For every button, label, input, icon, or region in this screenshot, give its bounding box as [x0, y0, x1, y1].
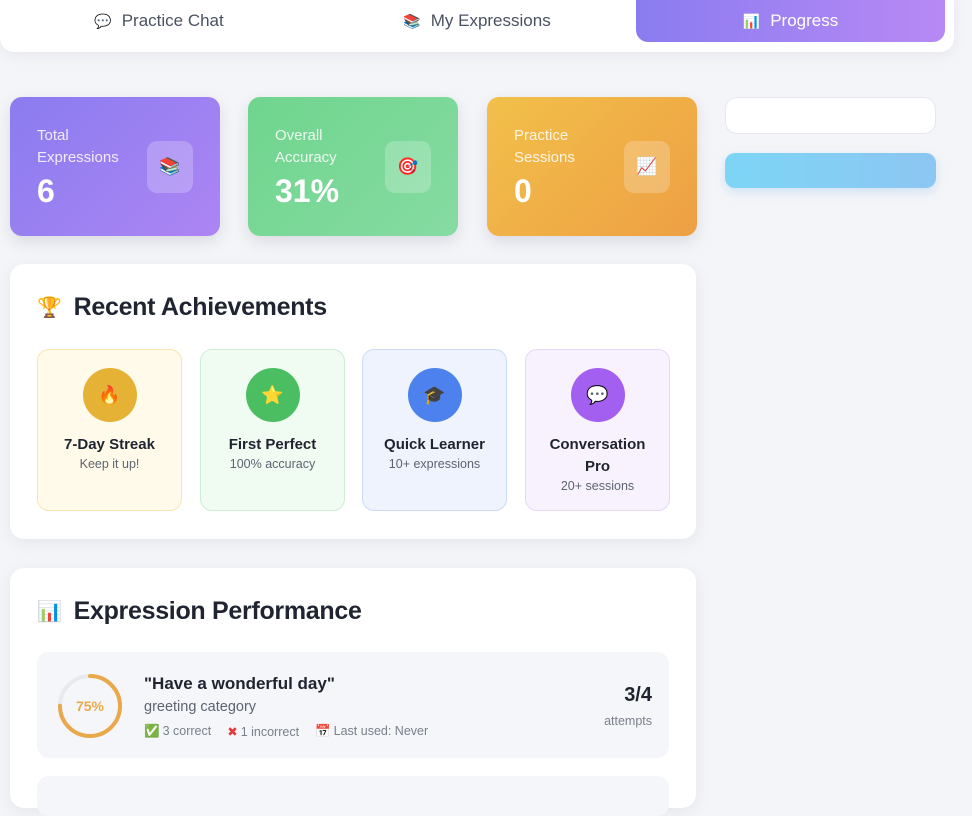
achievement-first-perfect: ⭐ First Perfect 100% accuracy: [200, 349, 345, 511]
cross-icon: ✖: [227, 725, 238, 739]
tab-label: My Expressions: [430, 11, 551, 30]
attempts-label: attempts: [604, 714, 652, 728]
section-title-text: Recent Achievements: [73, 293, 328, 321]
achievement-quick-learner: 🎓 Quick Learner 10+ expressions: [362, 349, 507, 511]
tab-progress[interactable]: 📊 Progress: [636, 0, 945, 42]
side-panel-button[interactable]: [725, 153, 936, 188]
tab-my-expressions[interactable]: 📚 My Expressions: [318, 0, 636, 42]
chat-bubble-icon: 💬: [94, 12, 112, 29]
incorrect-count: ✖ 1 incorrect: [227, 725, 300, 739]
tab-label: Practice Chat: [121, 11, 224, 30]
side-panel-field[interactable]: [725, 97, 936, 134]
section-title: 📊 Expression Performance: [37, 597, 362, 626]
fire-icon: 🔥: [82, 368, 137, 422]
achievement-name: First Perfect: [228, 436, 317, 453]
bar-chart-icon: 📊: [742, 12, 761, 29]
bar-chart-icon: 📊: [37, 601, 62, 623]
section-title-text: Expression Performance: [73, 597, 362, 625]
trophy-icon: 🏆: [37, 297, 62, 319]
tab-practice-chat[interactable]: 💬 Practice Chat: [0, 0, 318, 42]
expression-performance-row[interactable]: [37, 776, 669, 816]
expression-meta: ✅ 3 correct ✖ 1 incorrect 📅 Last used: Neve…: [144, 724, 428, 739]
stat-label: Overall Accuracy: [275, 127, 337, 166]
achievement-conversation-pro: 💬 Conversation Pro 20+ sessions: [525, 349, 670, 511]
achievement-name: 7-Day Streak: [64, 436, 155, 453]
achievement-description: 20+ sessions: [560, 479, 635, 493]
expression-performance-card: 📊 Expression Performance 75% "Have a won…: [10, 568, 696, 816]
speech-bubble-icon: 💬: [570, 368, 625, 422]
attempts-count: 3/4: [624, 684, 652, 706]
expression-category: greeting category: [144, 699, 257, 715]
expression-performance-row[interactable]: 75% "Have a wonderful day" greeting cate…: [37, 652, 669, 758]
tab-label: Progress: [770, 11, 839, 30]
target-icon: 🎯: [385, 141, 431, 193]
calendar-icon: 📅: [315, 724, 331, 738]
correct-count: ✅ 3 correct: [144, 724, 212, 738]
recent-achievements-card: 🏆 Recent Achievements 🔥 7-Day Streak Kee…: [10, 264, 696, 539]
achievement-name: Conversation Pro: [549, 436, 646, 475]
expression-text: "Have a wonderful day": [144, 674, 335, 693]
achievement-7-day-streak: 🔥 7-Day Streak Keep it up!: [37, 349, 182, 511]
last-used: 📅 Last used: Never: [315, 724, 429, 738]
trending-chart-icon: 📈: [624, 141, 670, 193]
accuracy-percent: 75%: [75, 698, 105, 714]
graduation-cap-icon: 🎓: [407, 368, 462, 422]
stat-card-practice-sessions: Practice Sessions 0 📈: [487, 97, 697, 236]
stat-label: Total Expressions: [37, 127, 119, 166]
stat-card-overall-accuracy: Overall Accuracy 31% 🎯: [248, 97, 458, 236]
books-icon: 📚: [147, 141, 193, 193]
achievement-name: Quick Learner: [384, 436, 485, 453]
achievement-description: Keep it up!: [79, 457, 140, 471]
tab-bar: 💬 Practice Chat 📚 My Expressions 📊 Progr…: [0, 0, 954, 52]
section-title: 🏆 Recent Achievements: [37, 293, 327, 322]
achievement-description: 10+ expressions: [388, 457, 481, 471]
achievement-description: 100% accuracy: [229, 457, 316, 471]
checkmark-icon: ✅: [144, 724, 160, 738]
stat-card-total-expressions: Total Expressions 6 📚: [10, 97, 220, 236]
star-icon: ⭐: [245, 368, 300, 422]
stat-label: Practice Sessions: [514, 127, 575, 166]
books-icon: 📚: [403, 12, 421, 29]
